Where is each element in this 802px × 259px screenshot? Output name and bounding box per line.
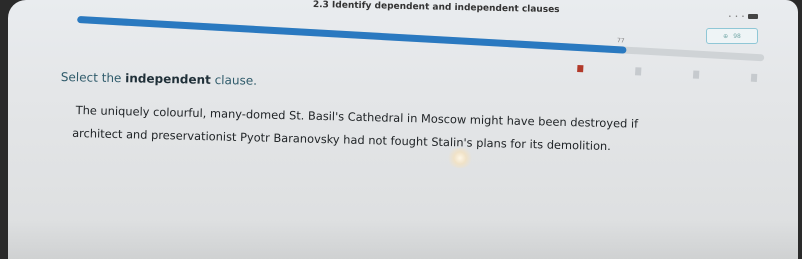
bottom-shadow [8,219,798,259]
milestone-marker [750,73,758,83]
flag-icon [577,64,584,73]
prompt-suffix: clause. [210,72,258,88]
progress-value: 77 [616,37,625,45]
light-glare [446,148,474,168]
control-left-label: ⊕ [723,32,729,40]
battery-icon [748,14,758,19]
sentence-text: The uniquely colourful, many-domed St. B… [72,99,746,161]
control-right-label: 98 [733,32,741,40]
screen: 2.3 Identify dependent and independent c… [8,0,798,259]
milestone-marker [635,67,642,76]
lesson-title: 2.3 Identify dependent and independent c… [312,0,560,16]
prompt-emphasis: independent [125,71,211,87]
progress-bar: 77 [74,6,767,114]
prompt-prefix: Select the [60,70,126,86]
question-prompt: Select the independent clause. [61,70,257,88]
milestone-marker [692,70,700,79]
